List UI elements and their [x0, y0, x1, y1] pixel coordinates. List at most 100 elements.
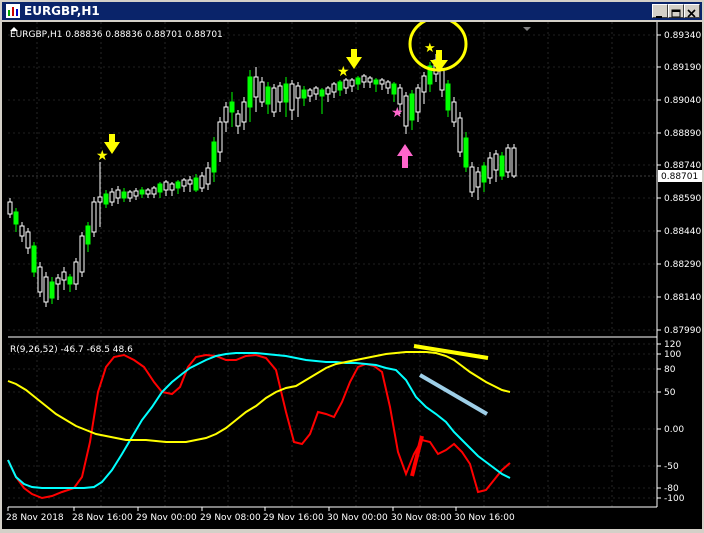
chart-window: EURGBP,H1 ★ ★ ★ ★ EURGBP,H1 0.88836 0.88… [0, 0, 704, 531]
candle-body [277, 85, 283, 103]
maximize-button[interactable] [668, 4, 684, 18]
price-tick-label: 0.87990 [664, 326, 701, 336]
candle-body [229, 101, 235, 113]
close-button[interactable] [684, 4, 700, 18]
candle-body [211, 141, 217, 173]
indicator-tick-label: 50 [664, 388, 676, 398]
candle-body [25, 231, 31, 249]
indicator-tick-label: -50 [664, 462, 679, 472]
candle-body [331, 83, 337, 93]
candle-body [217, 121, 223, 153]
candle-body [175, 181, 181, 189]
candle-body [439, 69, 445, 91]
candle-body [187, 179, 193, 185]
candle-body [7, 201, 13, 215]
price-tick-label: 0.89040 [664, 96, 701, 106]
shift-marker-icon[interactable] [523, 27, 531, 31]
price-tick-label: 0.88290 [664, 260, 701, 270]
candle-body [19, 225, 25, 237]
candle-body [109, 191, 115, 203]
candle-body [79, 235, 85, 273]
candle-body [67, 276, 73, 285]
candle-body [481, 165, 487, 183]
time-tick-label: 29 Nov 00:00 [136, 513, 197, 523]
time-tick-label: 28 Nov 16:00 [72, 513, 133, 523]
chart-window-icon [6, 4, 20, 18]
minimize-icon [656, 16, 662, 18]
candle-body [133, 190, 139, 197]
candle-body [319, 89, 325, 97]
candle-body [349, 79, 355, 87]
candle-body [487, 157, 493, 179]
candle-body [265, 86, 271, 105]
candle-body [169, 183, 175, 191]
indicator-label: R(9,26,52) -46.7 -68.5 48.6 [10, 345, 133, 355]
indicator-axis: 120100 80 50 0.00 -50 -80-100 [657, 340, 685, 504]
candle-body [103, 193, 109, 205]
candle-body [511, 147, 517, 177]
candle-body [415, 87, 421, 113]
star-annotation: ★ [424, 41, 436, 56]
candle-body [283, 83, 289, 103]
minimize-button[interactable] [652, 4, 668, 18]
candle-body [385, 81, 391, 89]
candle-body [343, 79, 349, 89]
main-panel-grid [8, 22, 657, 337]
chart-info: EURGBP,H1 0.88836 0.88836 0.88701 0.8870… [10, 30, 223, 40]
time-tick-label: 29 Nov 08:00 [200, 513, 261, 523]
candle-body [31, 245, 37, 273]
candle-body [391, 83, 397, 95]
indicator-tick-label: -80 [664, 484, 679, 494]
candle-body [295, 85, 301, 99]
candle-body [43, 276, 49, 303]
trendline-blue[interactable] [418, 373, 489, 416]
candle-body [469, 166, 475, 193]
price-tick-label: 0.88740 [664, 161, 701, 171]
chart-info-arrow-icon [10, 27, 18, 31]
candle-body [313, 87, 319, 95]
candle-body [205, 167, 211, 185]
candle-body [127, 191, 133, 199]
current-price-label: 0.88701 [661, 172, 698, 182]
candle-body [505, 147, 511, 173]
candle-body [307, 89, 313, 97]
candle-body [235, 113, 241, 127]
candle-body [163, 181, 169, 191]
price-tick-label: 0.88440 [664, 227, 701, 237]
candle-body [409, 93, 415, 121]
indicator-tick-label: 100 [664, 350, 681, 360]
candle-body [499, 155, 505, 177]
title-bar[interactable]: EURGBP,H1 [2, 2, 702, 20]
candle-body [271, 87, 277, 113]
indicator-tick-label: -100 [664, 494, 685, 504]
candle-body [373, 79, 379, 85]
candle-body [139, 189, 145, 195]
price-tick-label: 0.89190 [664, 63, 701, 73]
candle-body [325, 87, 331, 95]
indicator-tick-label: 0.00 [664, 425, 684, 435]
candlestick-series [7, 54, 517, 307]
price-tick-label: 0.88140 [664, 293, 701, 303]
time-axis: 28 Nov 2018 28 Nov 16:00 29 Nov 00:00 29 No… [6, 507, 515, 523]
chart-area[interactable]: ★ ★ ★ ★ EURGBP,H1 0.88836 0.88836 0.8870… [2, 16, 702, 529]
candle-body [403, 95, 409, 127]
candle-body [13, 211, 19, 225]
candle-body [379, 79, 385, 85]
candle-body [457, 117, 463, 153]
candle-body [493, 153, 499, 171]
candle-body [91, 201, 97, 233]
candle-body [97, 196, 103, 203]
candle-body [361, 75, 367, 83]
window-title: EURGBP,H1 [24, 4, 100, 18]
candle-body [421, 75, 427, 93]
candle-body [115, 189, 121, 199]
candle-body [247, 76, 253, 108]
indicator-tick-label: 120 [664, 340, 681, 350]
candle-body [121, 191, 127, 199]
candle-body [475, 171, 481, 188]
indicator-tick-label: 80 [664, 365, 676, 375]
candle-body [301, 89, 307, 99]
price-tick-label: 0.88890 [664, 129, 701, 139]
price-tick-label: 0.88590 [664, 194, 701, 204]
candle-body [199, 175, 205, 189]
